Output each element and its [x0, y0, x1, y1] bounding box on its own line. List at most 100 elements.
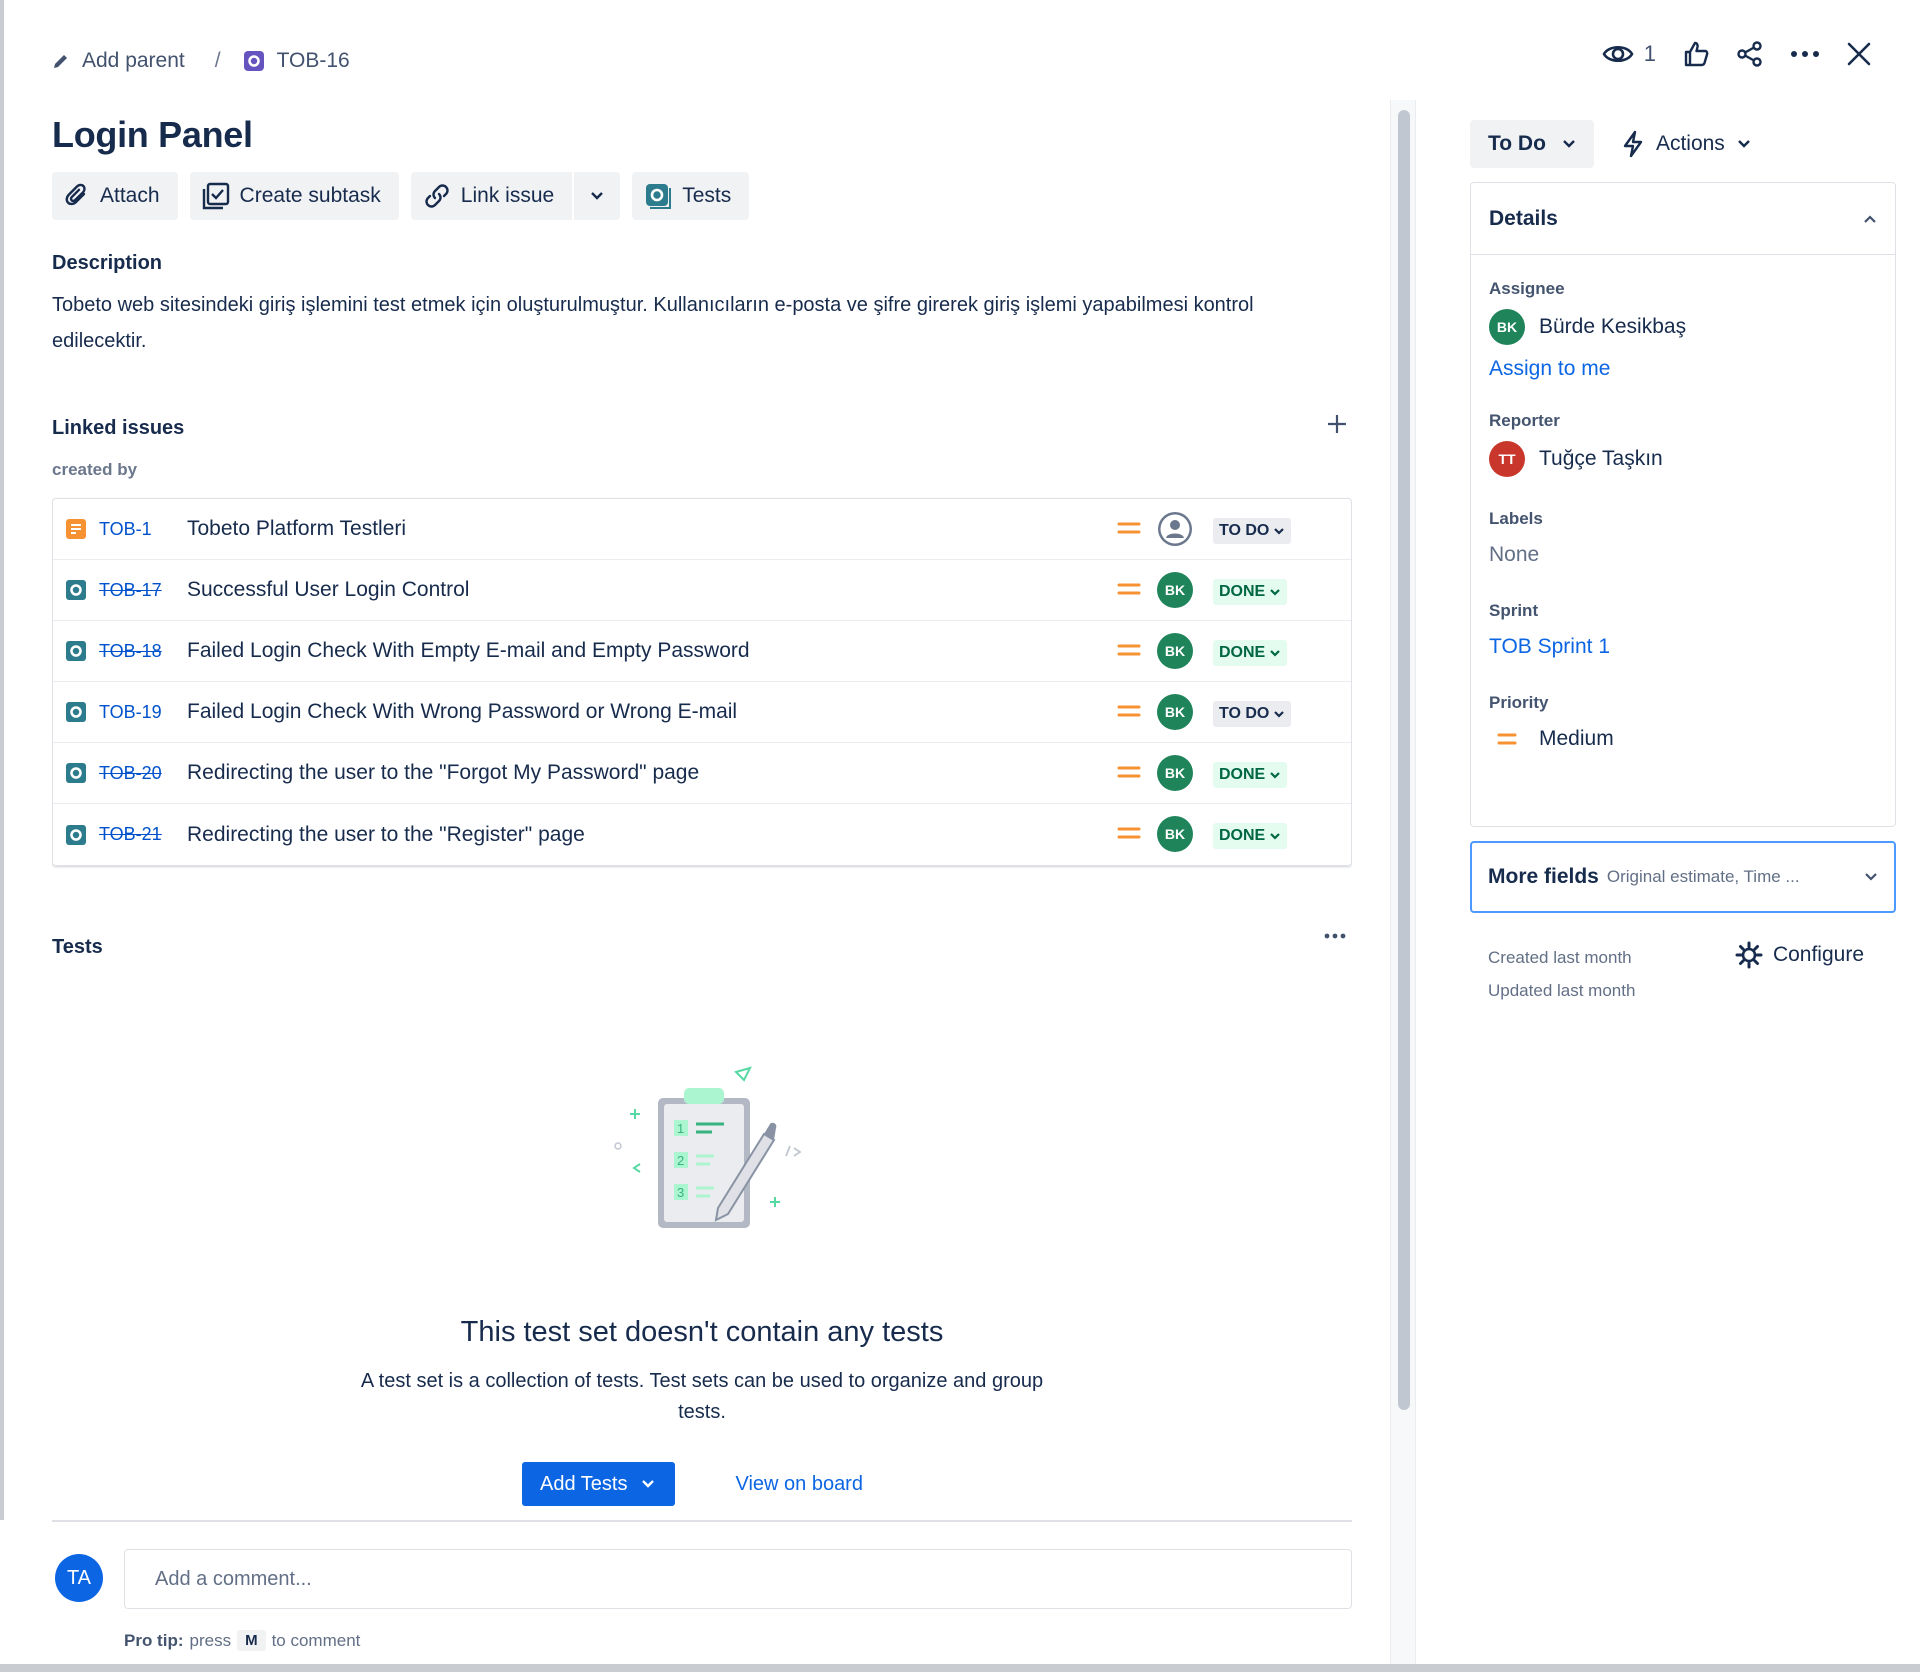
configure-label: Configure: [1772, 943, 1864, 966]
issue-main: Login Panel Attach Create subtask Link i…: [52, 100, 1352, 1520]
linked-issue-row[interactable]: TOB-17 Successful User Login Control BK DON…: [53, 560, 1351, 621]
window-edge: [0, 0, 4, 1672]
row-status-dropdown[interactable]: TO DO: [1213, 701, 1292, 727]
link-issue-button-group: Link issue: [410, 172, 621, 220]
row-issue-key[interactable]: TOB-18: [99, 641, 187, 662]
chevron-down-icon: [1270, 772, 1281, 779]
chevron-down-icon: [1865, 873, 1877, 881]
gear-icon: [1735, 941, 1763, 969]
share-icon[interactable]: [1736, 40, 1764, 68]
main-scrollbar[interactable]: [1390, 100, 1416, 1664]
issue-key-link[interactable]: TOB-16: [243, 49, 350, 73]
row-status-dropdown[interactable]: DONE: [1213, 762, 1288, 788]
scrollbar-thumb[interactable]: [1398, 110, 1410, 1410]
thumbs-up-icon[interactable]: [1682, 40, 1710, 68]
priority-medium-icon: [1116, 639, 1142, 666]
issue-title[interactable]: Login Panel: [52, 114, 1352, 156]
create-subtask-button[interactable]: Create subtask: [189, 172, 399, 220]
linked-issues-heading: Linked issues: [52, 417, 185, 439]
lightning-icon: [1623, 130, 1643, 158]
add-tests-button[interactable]: Add Tests: [522, 1462, 676, 1506]
watchers-count: 1: [1643, 41, 1656, 66]
reporter-field: Reporter TT Tuğçe Taşkın: [1471, 411, 1895, 477]
row-issue-key[interactable]: TOB-19: [99, 702, 187, 723]
chevron-down-icon: [642, 1480, 655, 1488]
row-issue-key[interactable]: TOB-21: [99, 824, 187, 845]
attach-button[interactable]: Attach: [52, 172, 178, 220]
comment-bar: TA Add a comment... Pro tip: press M to …: [0, 1520, 1390, 1664]
linked-issue-row[interactable]: TOB-18 Failed Login Check With Empty E-ma…: [53, 621, 1351, 682]
chevron-down-icon: [1270, 833, 1281, 840]
labels-value[interactable]: None: [1489, 543, 1877, 567]
sprint-value[interactable]: TOB Sprint 1: [1489, 635, 1877, 659]
row-issue-key[interactable]: TOB-20: [99, 763, 187, 784]
empty-state-actions: Add Tests View on board: [522, 1462, 863, 1506]
test-icon: [65, 824, 87, 846]
issue-actions: Attach Create subtask Link issue Tests: [52, 172, 1352, 220]
chevron-down-icon: [1274, 528, 1285, 535]
link-icon: [425, 184, 449, 208]
add-parent-link[interactable]: Add parent: [52, 49, 185, 73]
assignee-value[interactable]: BK Bürde Kesikbaş: [1489, 309, 1877, 345]
actions-dropdown[interactable]: Actions: [1622, 130, 1751, 158]
assignee-label: Assignee: [1489, 279, 1565, 298]
row-status-label: DONE: [1219, 827, 1266, 844]
priority-medium-icon: [1116, 700, 1142, 727]
close-icon[interactable]: [1846, 41, 1872, 67]
tests-more-icon[interactable]: [1324, 932, 1346, 940]
issue-key: TOB-16: [276, 49, 350, 72]
link-issue-button[interactable]: Link issue: [411, 172, 572, 220]
empty-state-text: A test set is a collection of tests. Tes…: [360, 1370, 1044, 1423]
paperclip-icon: [65, 183, 86, 206]
tests-button[interactable]: Tests: [632, 172, 750, 220]
pro-tip-key: M: [237, 1630, 266, 1651]
row-status-label: DONE: [1219, 766, 1266, 783]
labels-field: Labels None: [1471, 509, 1895, 567]
priority-medium-icon: [1116, 578, 1142, 605]
row-assignee-avatar: BK: [1157, 755, 1193, 791]
reporter-label: Reporter: [1489, 411, 1560, 430]
row-status-dropdown[interactable]: DONE: [1213, 640, 1288, 666]
configure-button[interactable]: Configure: [1735, 941, 1864, 969]
row-assignee: BK: [1157, 694, 1193, 730]
page-bottom-edge: [0, 1664, 1920, 1672]
link-issue-label: Link issue: [460, 184, 555, 207]
add-linked-issue-icon[interactable]: [1326, 413, 1348, 435]
row-issue-key[interactable]: TOB-1: [99, 519, 187, 540]
linked-issue-row[interactable]: TOB-1 Tobeto Platform Testleri TO DO: [53, 499, 1351, 560]
linked-issue-row[interactable]: TOB-21 Redirecting the user to the "Regis…: [53, 804, 1351, 865]
priority-value[interactable]: Medium: [1489, 727, 1877, 751]
current-user-avatar: TA: [55, 1554, 103, 1602]
comment-divider: [52, 1520, 1352, 1522]
xray-test-icon: [646, 184, 672, 209]
view-on-board-link[interactable]: View on board: [735, 1473, 863, 1496]
assignee-field: Assignee BK Bürde Kesikbaş Assign to me: [1471, 279, 1895, 381]
watch-button[interactable]: 1: [1602, 41, 1656, 67]
comment-input[interactable]: Add a comment...: [124, 1549, 1352, 1609]
assignee-avatar: BK: [1489, 309, 1525, 345]
linked-issue-row[interactable]: TOB-19 Failed Login Check With Wrong Pass…: [53, 682, 1351, 743]
row-status-label: DONE: [1219, 583, 1266, 600]
assign-to-me-link[interactable]: Assign to me: [1489, 357, 1877, 381]
status-dropdown[interactable]: To Do: [1470, 120, 1594, 168]
linked-issue-row[interactable]: TOB-20 Redirecting the user to the "Forgo…: [53, 743, 1351, 804]
priority-medium-icon: [1116, 517, 1142, 544]
row-status-dropdown[interactable]: DONE: [1213, 579, 1288, 605]
link-issue-dropdown[interactable]: [572, 172, 620, 220]
tests-section: Tests 1 2 3 This test set doesn't contai…: [52, 933, 1352, 1520]
more-icon[interactable]: [1790, 49, 1820, 59]
updated-text: Updated last month: [1488, 981, 1636, 1000]
row-status-dropdown[interactable]: DONE: [1213, 823, 1288, 849]
pro-tip-suffix: to comment: [271, 1630, 361, 1650]
reporter-value[interactable]: TT Tuğçe Taşkın: [1489, 441, 1877, 477]
more-fields-dropdown[interactable]: More fields Original estimate, Time ...: [1470, 841, 1896, 913]
create-subtask-label: Create subtask: [239, 184, 381, 207]
chevron-down-icon: [1270, 650, 1281, 657]
row-issue-key[interactable]: TOB-17: [99, 580, 187, 601]
sprint-label: Sprint: [1489, 601, 1539, 620]
row-assignee-avatar: BK: [1157, 633, 1193, 669]
row-status-dropdown[interactable]: TO DO: [1213, 518, 1292, 544]
details-header[interactable]: Details: [1471, 183, 1895, 255]
description-text[interactable]: Tobeto web sitesindeki giriş işlemini te…: [52, 287, 1312, 359]
description-section: Description Tobeto web sitesindeki giriş…: [52, 252, 1352, 359]
